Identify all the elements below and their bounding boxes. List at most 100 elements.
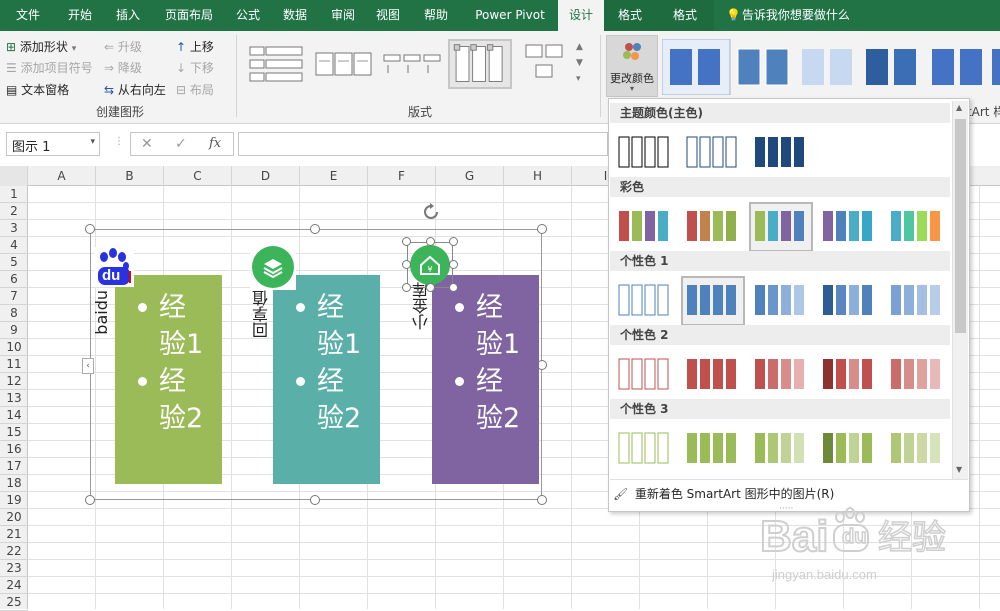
text-pane-toggle[interactable]: ‹ (82, 358, 94, 374)
right-to-left-button[interactable]: ⇆ 从右向左 (104, 81, 166, 98)
text-pane-label: 文本窗格 (21, 83, 70, 97)
row-header[interactable]: 16 (0, 441, 28, 458)
tab-power-pivot[interactable]: Power Pivot (462, 0, 558, 31)
logo-text: du (102, 267, 121, 284)
selected-image[interactable]: ¥ (407, 242, 453, 288)
row-header[interactable]: 8 (0, 305, 28, 322)
row-header[interactable]: 23 (0, 560, 28, 577)
resize-handle[interactable] (402, 260, 411, 269)
row-header[interactable]: 20 (0, 509, 28, 526)
resize-handle[interactable] (426, 283, 435, 292)
column-header[interactable]: E (300, 166, 368, 186)
tab-view[interactable]: 视图 (366, 0, 410, 31)
row-header[interactable]: 19 (0, 492, 28, 509)
row-header[interactable]: 11 (0, 356, 28, 373)
layout-option-2[interactable] (312, 39, 376, 89)
tab-help[interactable]: 帮助 (410, 0, 462, 31)
column-header[interactable]: H (504, 166, 572, 186)
smartart-column[interactable]: 经 验1 经 验2 (115, 275, 222, 484)
row-header[interactable]: 25 (0, 594, 28, 611)
row-header[interactable]: 9 (0, 322, 28, 339)
tell-me-search[interactable]: 💡 告诉我你想要做什么 (726, 0, 850, 31)
tab-review[interactable]: 审阅 (320, 0, 366, 31)
resize-handle[interactable] (85, 224, 95, 234)
column-header[interactable]: B (96, 166, 164, 186)
row-header[interactable]: 10 (0, 339, 28, 356)
layout-option-1[interactable] (244, 39, 308, 89)
row-header[interactable]: 21 (0, 526, 28, 543)
scroll-up-icon[interactable]: ▲ (956, 103, 962, 112)
layout-option-5[interactable] (520, 39, 570, 89)
promote-label: 升级 (117, 40, 142, 54)
row-header[interactable]: 13 (0, 390, 28, 407)
layout-option-3[interactable] (380, 39, 444, 89)
tab-formulas[interactable]: 公式 (226, 0, 270, 31)
tab-page-layout[interactable]: 页面布局 (152, 0, 226, 31)
column-header[interactable]: C (164, 166, 232, 186)
row-header[interactable]: 4 (0, 237, 28, 254)
smartart-column[interactable]: 经 验1 经 验2 (432, 275, 539, 484)
row-header[interactable]: 14 (0, 407, 28, 424)
row-header[interactable]: 18 (0, 475, 28, 492)
row-header[interactable]: 22 (0, 543, 28, 560)
row-header[interactable]: 2 (0, 203, 28, 220)
scrollbar-thumb[interactable] (955, 119, 966, 333)
tab-data[interactable]: 数据 (270, 0, 320, 31)
row-header[interactable]: 1 (0, 186, 28, 203)
promote-button[interactable]: ⇐ 升级 (104, 38, 142, 55)
row-header[interactable]: 17 (0, 458, 28, 475)
tab-file[interactable]: 文件 (0, 0, 56, 31)
add-shape-button[interactable]: ⊞ 添加形状 ▾ (6, 38, 76, 55)
add-bullet-button[interactable]: ☰ 添加项目符号 (6, 59, 93, 76)
layout-button[interactable]: ⊟ 布局 (176, 81, 214, 98)
cancel-icon[interactable]: ✕ (141, 136, 153, 152)
column-header[interactable]: A (28, 166, 96, 186)
tab-insert[interactable]: 插入 (104, 0, 152, 31)
resize-handle[interactable] (310, 495, 320, 505)
tab-format-drawing[interactable]: 格式 (656, 0, 714, 31)
row-header[interactable]: 3 (0, 220, 28, 237)
swatch-accent3-fill (687, 433, 736, 463)
resize-handle[interactable] (402, 283, 411, 292)
smartart-column[interactable]: 经 验1 经 验2 (273, 275, 380, 484)
resize-handle[interactable] (426, 237, 435, 246)
row-header[interactable]: 7 (0, 288, 28, 305)
scroll-down-icon[interactable]: ▼ (956, 465, 962, 474)
row-header[interactable]: 12 (0, 373, 28, 390)
layout-option-4-selected[interactable] (448, 39, 512, 89)
smartart-styles-gallery[interactable] (662, 39, 1000, 95)
resize-handle[interactable] (85, 495, 95, 505)
tab-home[interactable]: 开始 (56, 0, 104, 31)
gallery-scroll[interactable]: ▲ ▼ ▾ (576, 39, 583, 87)
row-header[interactable]: 24 (0, 577, 28, 594)
tab-format-smartart[interactable]: 格式 (604, 0, 656, 31)
resize-handle[interactable] (449, 283, 458, 292)
resize-handle[interactable] (537, 224, 547, 234)
column-header[interactable]: D (232, 166, 300, 186)
resize-handle[interactable] (310, 224, 320, 234)
name-box[interactable]: 图示 1 ▾ (6, 132, 100, 156)
dropdown-scrollbar[interactable]: ▲ ▼ (952, 101, 968, 479)
column-header[interactable]: F (368, 166, 436, 186)
select-all-corner[interactable] (0, 166, 28, 186)
resize-handle[interactable] (449, 260, 458, 269)
bullet-text: 经 (432, 363, 539, 400)
svg-text:¥: ¥ (427, 265, 432, 274)
formula-input[interactable] (238, 132, 608, 156)
column-header[interactable]: G (436, 166, 504, 186)
row-header[interactable]: 15 (0, 424, 28, 441)
row-header[interactable]: 6 (0, 271, 28, 288)
demote-button[interactable]: ⇒ 降级 (104, 59, 142, 76)
resize-handle[interactable] (402, 237, 411, 246)
resize-handle[interactable] (449, 237, 458, 246)
text-pane-button[interactable]: ▤ 文本窗格 (6, 81, 69, 98)
insert-function-icon[interactable]: fx (209, 136, 221, 151)
rotate-handle-icon[interactable] (420, 201, 442, 223)
tab-design[interactable]: 设计 (558, 0, 604, 31)
change-colors-button[interactable]: 更改颜色 ▾ (606, 35, 658, 97)
enter-icon[interactable]: ✓ (175, 136, 187, 152)
row-header[interactable]: 5 (0, 254, 28, 271)
move-down-button[interactable]: ↓ 下移 (176, 59, 214, 76)
resize-handle[interactable] (537, 495, 547, 505)
move-up-button[interactable]: ↑ 上移 (176, 38, 214, 55)
